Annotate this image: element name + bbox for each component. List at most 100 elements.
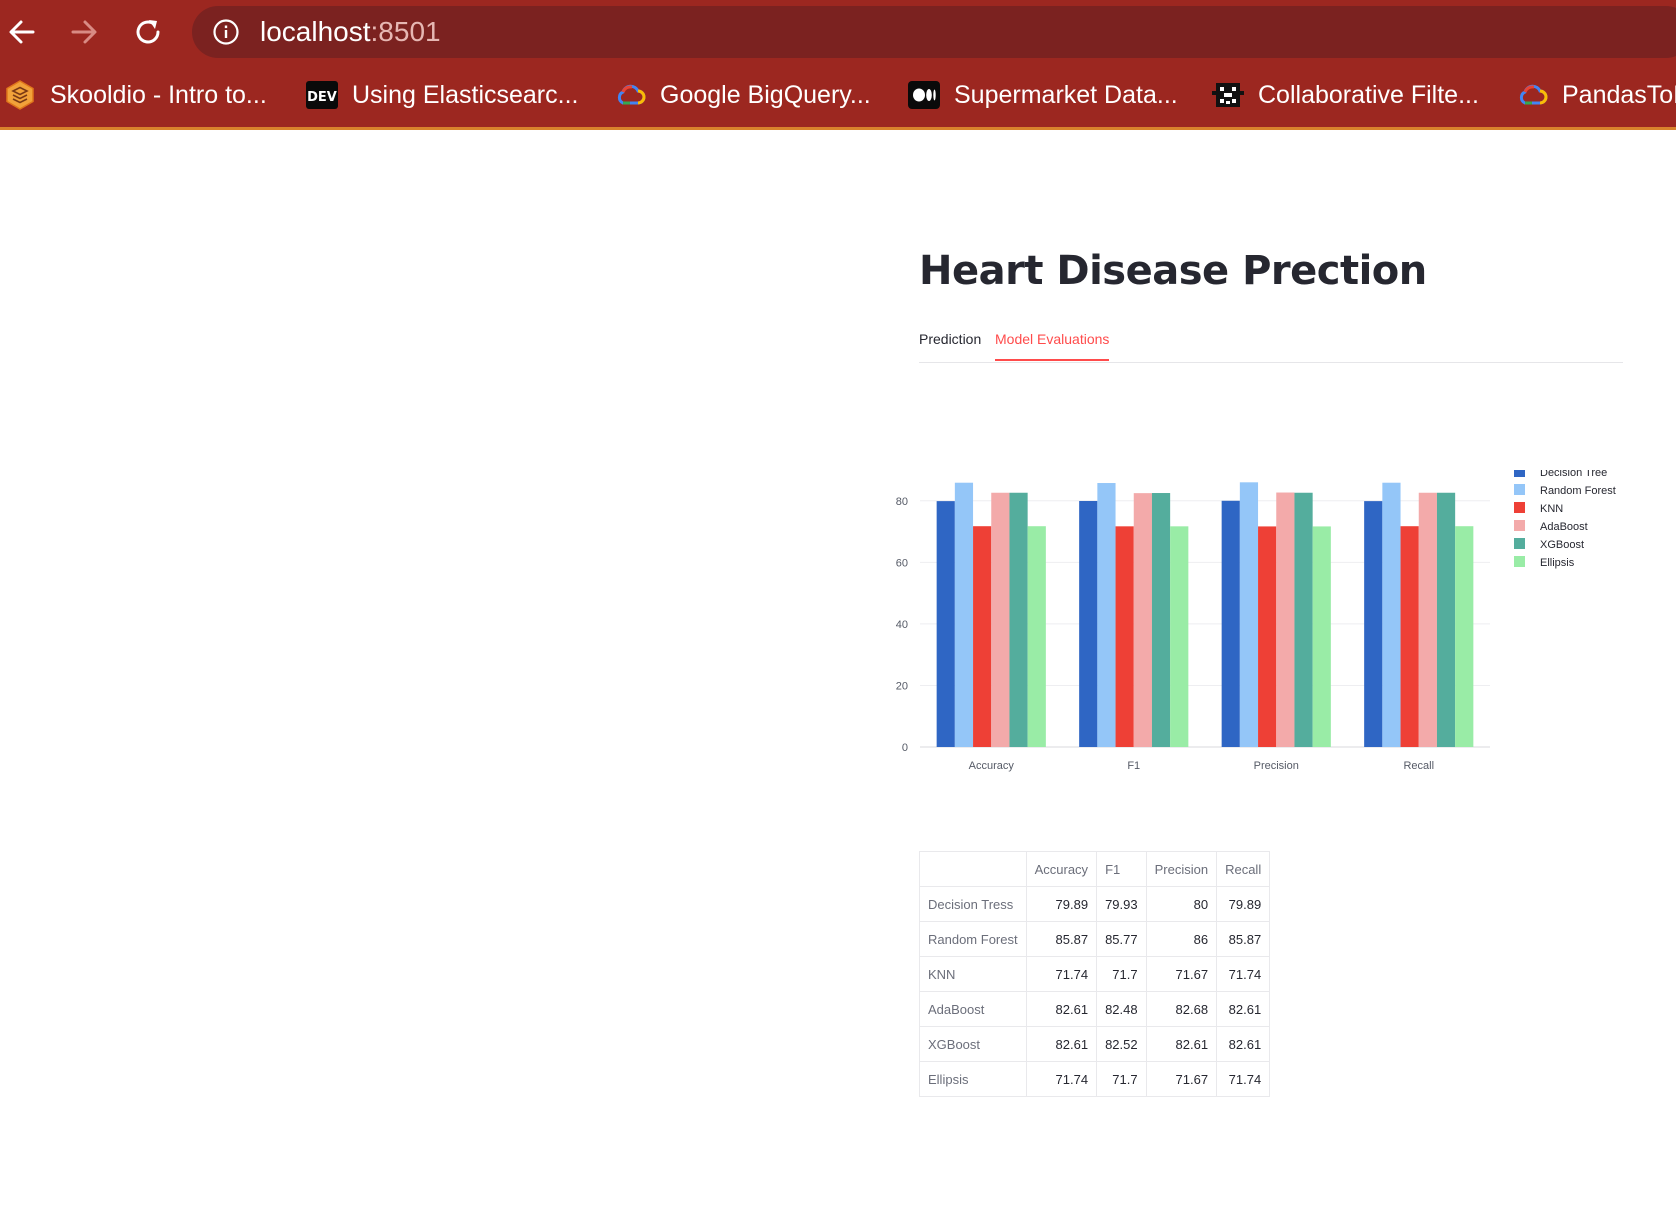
table-row: Decision Tress 79.89 79.93 80 79.89 [919,886,1271,922]
bar [954,482,974,747]
address-bar[interactable]: localhost:8501 [192,6,1676,58]
tab-bar: Prediction Model Evaluations [919,322,1623,363]
back-button[interactable] [0,10,44,54]
precision-header[interactable]: Precision [1145,851,1218,887]
site-info-icon[interactable] [212,18,240,46]
bar [1294,492,1313,747]
metrics-table: Accuracy F1 Precision Recall Decision Tress… [919,851,1271,1097]
table-cell: 71.74 [1025,1061,1098,1097]
table-row: Random Forest 85.87 85.77 86 85.87 [919,921,1271,957]
bookmark-collaborative[interactable]: Collaborative Filte... [1212,78,1479,112]
bar [1009,492,1028,747]
legend-label: Decision Tree [1540,470,1607,479]
table-cell: 71.74 [1216,956,1271,992]
x-tick-label: Precision [1254,760,1299,772]
table-cell: 82.61 [1025,991,1098,1027]
table-cell: 79.93 [1096,886,1147,922]
forward-arrow-icon [71,20,97,44]
google-cloud-icon [614,79,646,111]
bar [1276,492,1295,747]
table-header-row: Accuracy F1 Precision Recall [919,851,1271,887]
forward-button[interactable] [62,10,106,54]
table-cell: 71.74 [1216,1061,1271,1097]
table-cell: 71.74 [1025,956,1098,992]
page-title: Heart Disease Prection [919,248,1427,294]
row-label: AdaBoost [919,991,1027,1027]
x-tick-label: Accuracy [969,760,1015,772]
y-tick-label: 20 [896,680,908,692]
bookmark-supermarket[interactable]: Supermarket Data... [908,78,1178,112]
bar [1418,492,1437,747]
table-cell: 85.87 [1216,921,1271,957]
row-label: Decision Tress [919,886,1027,922]
bar [936,501,955,747]
bookmark-elasticsearch[interactable]: DEV Using Elasticsearc... [306,78,578,112]
bookmark-label: Supermarket Data... [954,80,1178,109]
bar [1312,526,1331,747]
table-cell: 86 [1145,921,1218,957]
legend-label: XGBoost [1540,539,1584,551]
tab-prediction[interactable]: Prediction [919,331,981,359]
index-header[interactable] [919,851,1027,887]
bookmark-label: Collaborative Filte... [1258,80,1479,109]
bookmark-pandas[interactable]: PandasToE [1516,78,1676,112]
x-tick-label: F1 [1127,760,1140,772]
legend-swatch [1514,538,1525,549]
bookmark-skooldio[interactable]: Skooldio - Intro to... [4,78,267,112]
bar [1382,482,1401,747]
table-cell: 82.68 [1145,991,1218,1027]
medium-icon [908,79,940,111]
recall-header[interactable]: Recall [1216,851,1271,887]
accuracy-header[interactable]: Accuracy [1025,851,1098,887]
bookmark-label: Using Elasticsearc... [352,80,579,109]
legend-label: Ellipsis [1540,557,1575,569]
table-body: Decision Tress 79.89 79.93 80 79.89 Random Fo… [919,886,1271,1097]
tab-model-evaluations[interactable]: Model Evaluations [995,331,1110,361]
y-tick-label: 40 [896,619,908,631]
bar [1364,501,1383,747]
bar [1115,526,1134,747]
google-cloud-icon [1516,79,1548,111]
back-arrow-icon [9,20,35,44]
bookmark-label: Google BigQuery... [660,80,871,109]
table-cell: 82.61 [1216,1026,1271,1062]
bookmarks-bar: Skooldio - Intro to... DEV Using Elastic… [0,64,1676,130]
reload-icon [136,20,160,44]
table-cell: 85.77 [1096,921,1147,957]
bar [1151,493,1171,747]
bar [1079,500,1098,747]
legend-swatch [1514,556,1525,567]
f1-header[interactable]: F1 [1096,851,1147,887]
reload-button[interactable] [126,10,170,54]
table-cell: 82.52 [1096,1026,1147,1062]
bookmark-bigquery[interactable]: Google BigQuery... [614,78,871,112]
bookmark-label: PandasToE [1562,80,1676,109]
legend-swatch [1514,502,1525,513]
table-row: Ellipsis 71.74 71.7 71.67 71.74 [919,1061,1271,1097]
table-cell: 82.61 [1145,1026,1218,1062]
skooldio-icon [4,79,36,111]
url-text: localhost:8501 [260,14,441,50]
table-cell: 71.67 [1145,956,1218,992]
table-cell: 71.7 [1096,956,1147,992]
url-port: :8501 [370,16,441,47]
bar [1170,526,1189,747]
bar [973,526,992,747]
bookmark-label: Skooldio - Intro to... [50,80,267,109]
y-tick-label: 60 [896,557,908,569]
url-host: localhost [260,16,371,47]
bar [1436,492,1456,747]
table-cell: 80 [1145,886,1218,922]
row-label: Random Forest [919,921,1027,957]
table-cell: 79.89 [1216,886,1271,922]
table-row: AdaBoost 82.61 82.48 82.68 82.61 [919,991,1271,1027]
bar [1239,482,1259,747]
metrics-bar-chart: 0 20 40 60 80 Accuracy F1 Precision Recall Decisi… [896,470,1616,772]
bar [1133,493,1152,747]
bar [1400,526,1419,747]
row-label: Ellipsis [919,1061,1027,1097]
bar [1097,483,1116,747]
table-row: XGBoost 82.61 82.52 82.61 82.61 [919,1026,1271,1062]
legend-swatch [1514,484,1525,495]
dev-icon: DEV [306,79,338,111]
